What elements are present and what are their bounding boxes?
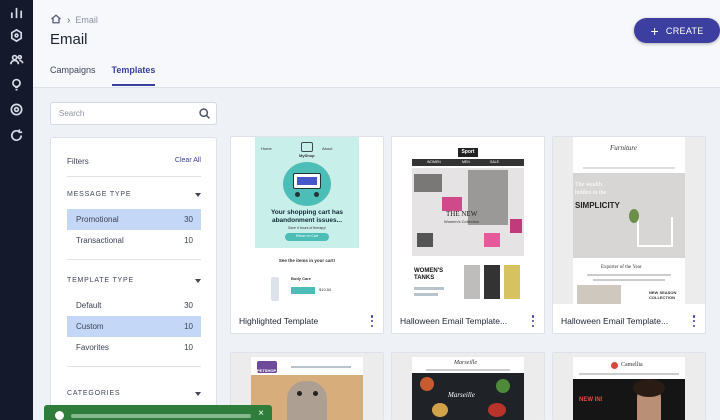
template-name: Highlighted Template bbox=[239, 316, 319, 326]
filter-item-label: Custom bbox=[76, 322, 104, 331]
thumb-line1: The wealth bbox=[575, 182, 602, 188]
tab-bar: Campaigns Templates bbox=[50, 65, 171, 86]
thumb-brand: MyShop bbox=[299, 153, 315, 158]
more-options-icon[interactable] bbox=[528, 315, 538, 327]
search-box bbox=[50, 102, 217, 125]
more-options-icon[interactable] bbox=[689, 315, 699, 327]
page-header: › Email Email Campaigns Templates + CREA… bbox=[33, 0, 720, 88]
thumb-nav: WOMEN bbox=[427, 160, 441, 164]
thumb-big: NEW IN! bbox=[579, 397, 603, 403]
bar-chart-icon[interactable] bbox=[8, 4, 25, 21]
thumb-small: Women's Collection bbox=[444, 219, 480, 224]
filter-item-count: 30 bbox=[184, 215, 193, 224]
filters-heading: Filters bbox=[67, 157, 89, 166]
target-icon[interactable] bbox=[8, 101, 25, 118]
template-thumbnail[interactable]: Furniture The wealth hidden in the SIMPL… bbox=[553, 137, 705, 304]
thumb-big: THE NEW bbox=[446, 210, 478, 218]
plus-icon: + bbox=[650, 22, 659, 39]
search-input[interactable] bbox=[51, 103, 191, 124]
filter-item-label: Transactional bbox=[76, 236, 124, 245]
users-icon[interactable] bbox=[8, 51, 25, 68]
lightbulb-icon[interactable] bbox=[8, 76, 25, 93]
thumb-item: Body Care bbox=[291, 276, 312, 281]
hexagon-icon[interactable] bbox=[8, 27, 25, 44]
filter-item-transactional[interactable]: Transactional 10 bbox=[67, 230, 201, 251]
thumb-nav: MEN bbox=[462, 160, 470, 164]
filter-item-label: Favorites bbox=[76, 343, 109, 352]
template-thumbnail[interactable]: Sport WOMEN MEN SALE THE NEW Women's Col… bbox=[392, 137, 544, 304]
thumb-brand: Sport bbox=[461, 149, 475, 155]
categories-label: CATEGORIES bbox=[67, 390, 121, 397]
template-card[interactable]: Furniture The wealth hidden in the SIMPL… bbox=[552, 136, 706, 334]
thumb-headline: Your shopping cart has abandonment issue… bbox=[270, 209, 344, 224]
tab-campaigns[interactable]: Campaigns bbox=[50, 65, 96, 86]
template-card[interactable]: Camellia NEW IN! bbox=[552, 352, 706, 420]
thumb-brand: Camellia bbox=[621, 362, 643, 368]
clear-all-link[interactable]: Clear All bbox=[175, 157, 201, 164]
search-icon[interactable] bbox=[198, 107, 211, 120]
categories-section[interactable]: CATEGORIES bbox=[67, 390, 201, 397]
filter-item-promotional[interactable]: Promotional 30 bbox=[67, 209, 201, 230]
message-type-section[interactable]: MESSAGE TYPE bbox=[67, 191, 201, 198]
create-button[interactable]: + CREATE bbox=[634, 18, 720, 43]
template-name: Halloween Email Template... bbox=[561, 316, 669, 326]
close-icon[interactable]: × bbox=[258, 409, 264, 419]
filter-item-count: 10 bbox=[184, 322, 193, 331]
home-icon[interactable] bbox=[50, 13, 62, 27]
thumb-button: Return to Cart bbox=[296, 234, 318, 238]
filter-item-favorites[interactable]: Favorites 10 bbox=[67, 337, 201, 358]
template-card[interactable]: Sport WOMEN MEN SALE THE NEW Women's Col… bbox=[391, 136, 545, 334]
caret-down-icon bbox=[195, 391, 201, 396]
template-type-label: TEMPLATE TYPE bbox=[67, 277, 134, 284]
divider bbox=[67, 366, 201, 367]
thumb-sub: Save it hours of therapy! bbox=[288, 226, 326, 230]
thumb-exporter: Exporter of the Year bbox=[601, 265, 642, 270]
message-type-label: MESSAGE TYPE bbox=[67, 191, 132, 198]
thumb-big: Marseille bbox=[448, 391, 475, 399]
template-thumbnail[interactable]: Home About MyShop Your shopping cart has… bbox=[231, 137, 383, 304]
create-button-label: CREATE bbox=[665, 25, 704, 36]
more-options-icon[interactable] bbox=[367, 315, 377, 327]
thumb-see: See the items in your cart! bbox=[278, 258, 336, 263]
thumb-brand: Furniture bbox=[610, 144, 637, 152]
thumb-newseason: NEW SEASON COLLECTION bbox=[649, 290, 677, 300]
caret-down-icon bbox=[195, 192, 201, 197]
filters-panel: Filters Clear All MESSAGE TYPE Promotion… bbox=[50, 137, 217, 420]
template-card[interactable]: Home About MyShop Your shopping cart has… bbox=[230, 136, 384, 334]
filter-item-label: Promotional bbox=[76, 215, 119, 224]
breadcrumb: › Email bbox=[50, 13, 98, 27]
filter-item-default[interactable]: Default 30 bbox=[67, 295, 201, 316]
template-thumbnail[interactable]: Camellia NEW IN! bbox=[553, 353, 705, 420]
tab-templates[interactable]: Templates bbox=[111, 65, 156, 86]
toast-message bbox=[71, 414, 251, 418]
template-name: Halloween Email Template... bbox=[400, 316, 508, 326]
thumb-line2: hidden in the bbox=[575, 190, 607, 196]
template-thumbnail[interactable]: Marseille Marseille bbox=[392, 353, 544, 420]
filter-item-count: 30 bbox=[184, 301, 193, 310]
page-title: Email bbox=[50, 31, 88, 48]
app-rail bbox=[0, 0, 33, 420]
template-type-section[interactable]: TEMPLATE TYPE bbox=[67, 277, 201, 284]
caret-down-icon bbox=[195, 278, 201, 283]
refresh-icon[interactable] bbox=[8, 127, 25, 144]
info-icon bbox=[55, 411, 64, 420]
filter-item-count: 10 bbox=[184, 343, 193, 352]
thumb-price: $10.50 bbox=[319, 287, 332, 292]
thumb-brand: PETSHOP bbox=[257, 368, 277, 373]
thumb-nav: SALE bbox=[490, 160, 499, 164]
breadcrumb-email[interactable]: Email bbox=[75, 15, 98, 25]
divider bbox=[67, 176, 201, 177]
filter-item-count: 10 bbox=[184, 236, 193, 245]
filter-item-label: Default bbox=[76, 301, 102, 310]
chevron-right-icon: › bbox=[67, 14, 71, 26]
divider bbox=[67, 259, 201, 260]
thumb-big: SIMPLICITY bbox=[575, 201, 620, 210]
thumb-brand: Marseille bbox=[454, 360, 477, 366]
template-card[interactable]: Marseille Marseille bbox=[391, 352, 545, 420]
thumb-tanks: WOMEN'S TANKS bbox=[414, 268, 444, 281]
filter-item-custom[interactable]: Custom 10 bbox=[67, 316, 201, 337]
notification-toast: × bbox=[44, 405, 272, 420]
